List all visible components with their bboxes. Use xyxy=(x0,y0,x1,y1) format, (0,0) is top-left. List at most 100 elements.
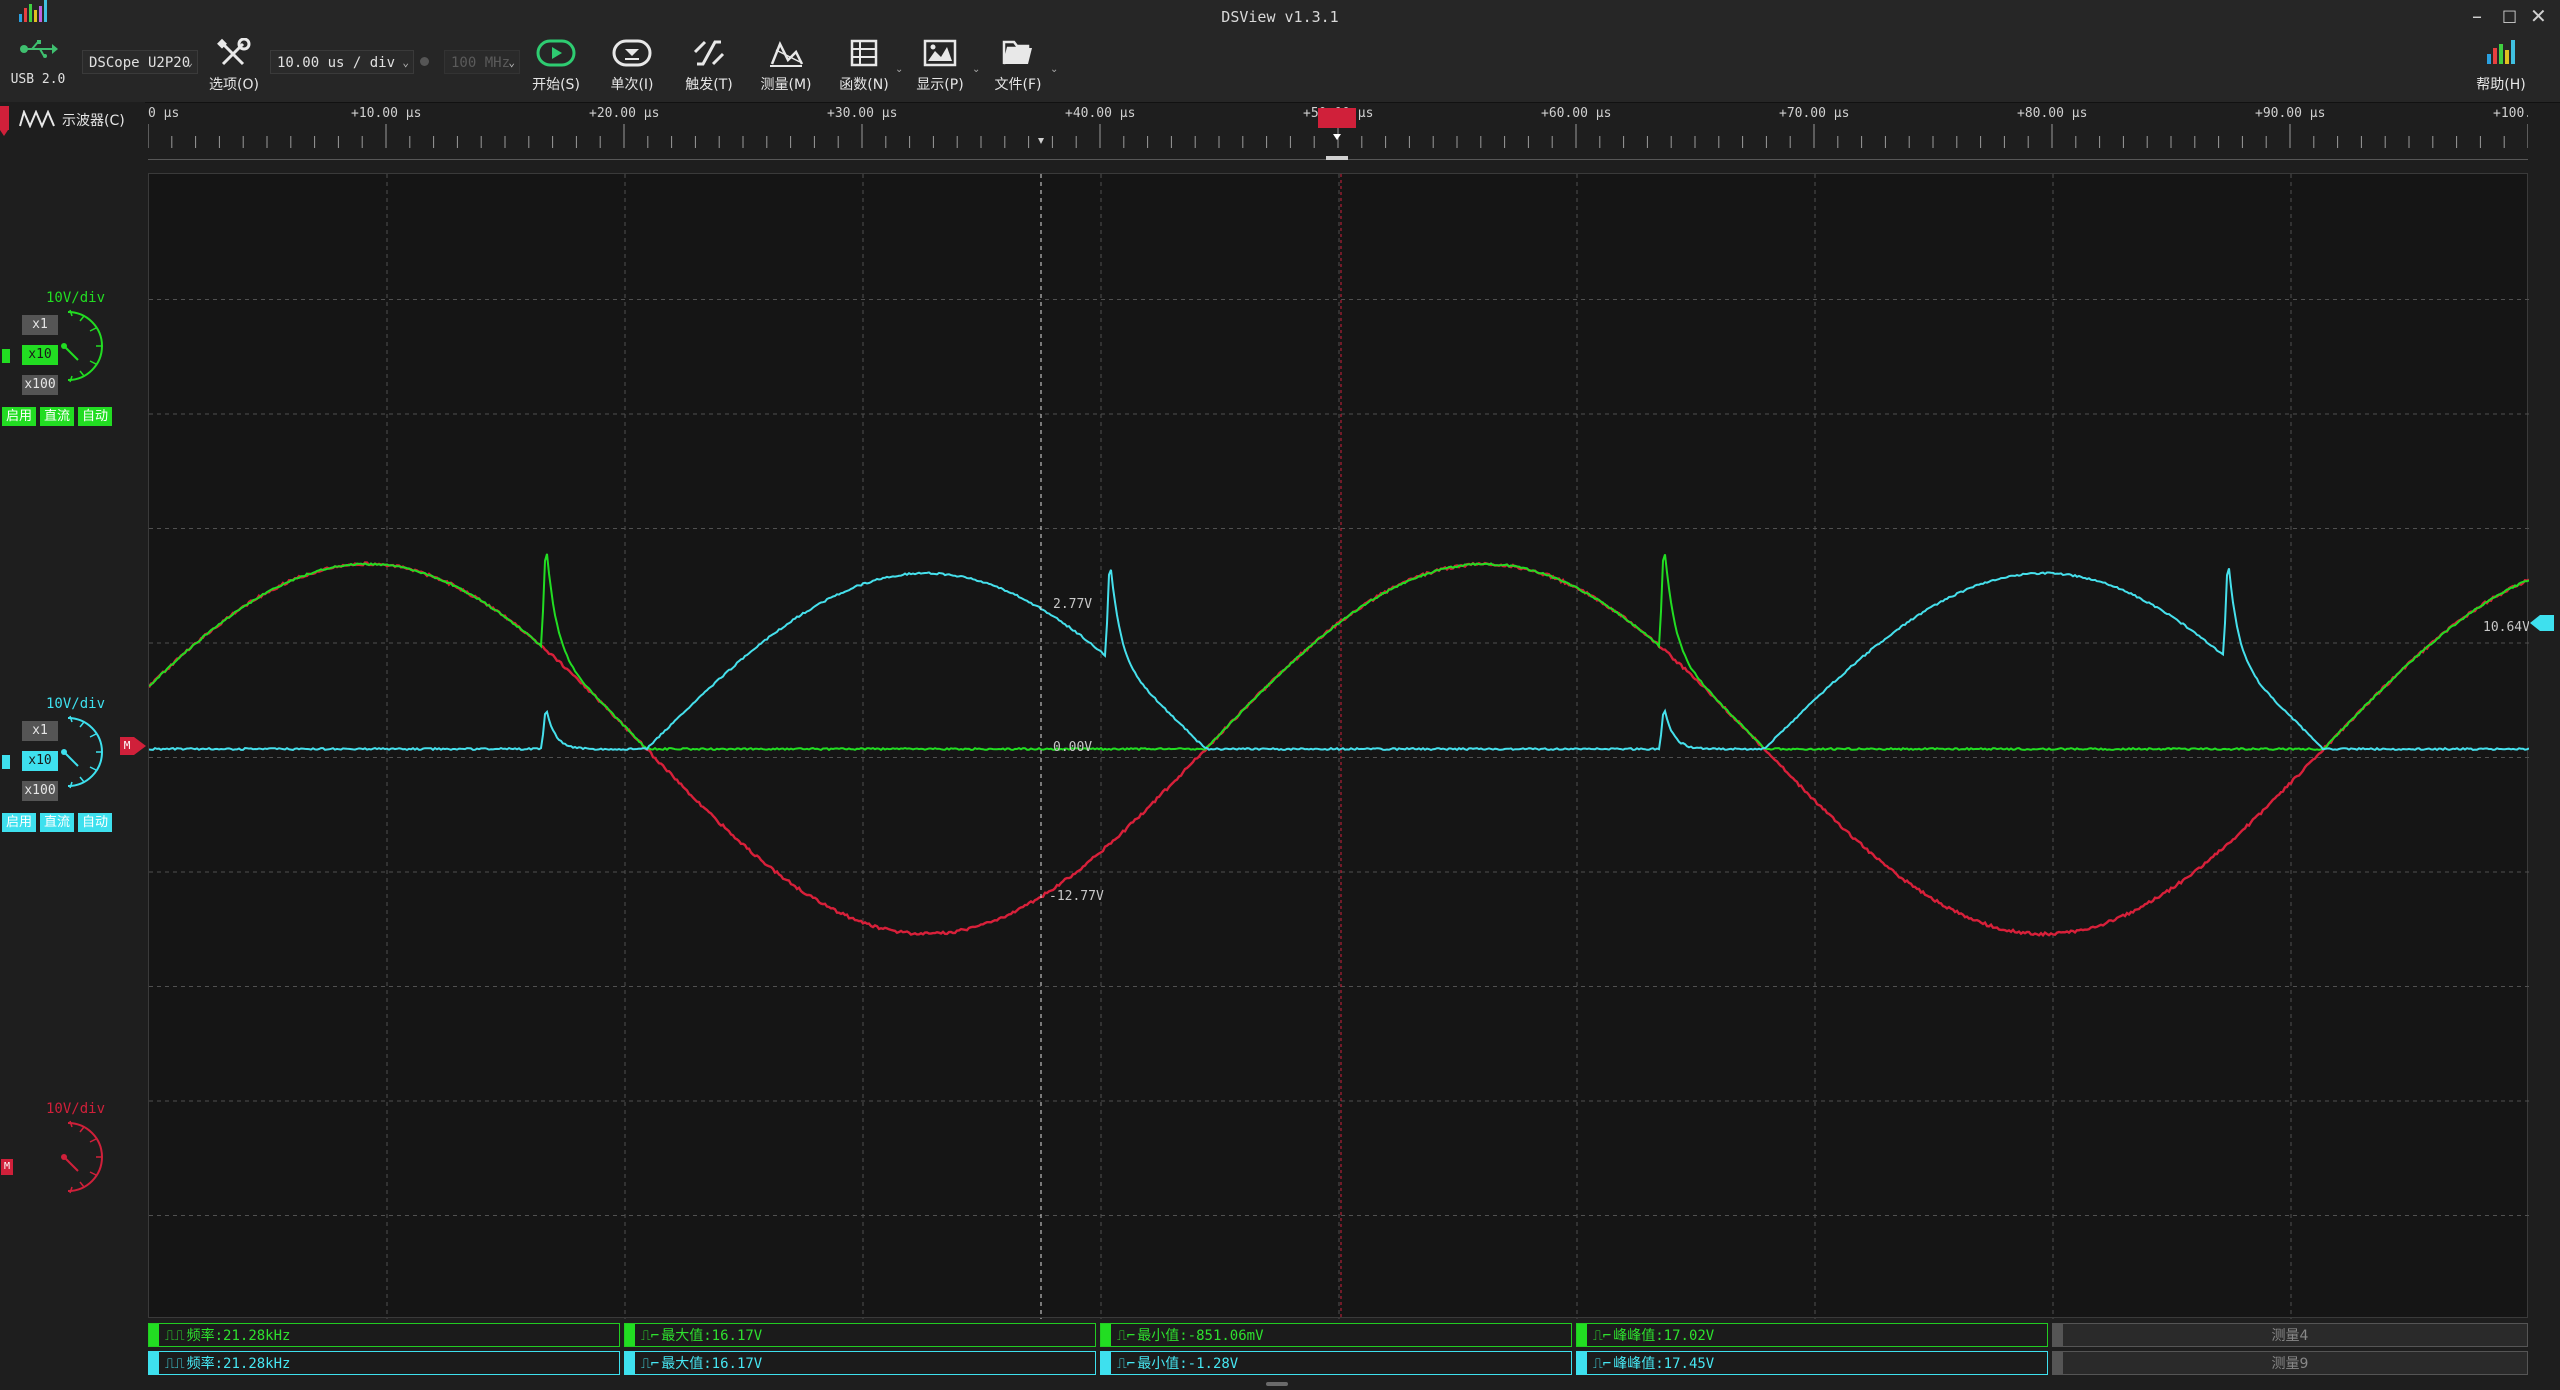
single-button[interactable]: 单次(I) xyxy=(597,38,667,94)
ch0-offset-marker[interactable] xyxy=(2,349,10,363)
window-title: DSView v1.3.1 xyxy=(0,8,2560,26)
help-button[interactable]: 帮助(H) xyxy=(2466,38,2536,94)
maximize-icon[interactable]: □ xyxy=(2502,6,2517,25)
cursor-label-ch1: 2.77V xyxy=(1053,597,1092,612)
bottom-scroll-handle[interactable] xyxy=(1266,1382,1288,1386)
device-select-value: DSCope U2P20 xyxy=(89,55,190,71)
ch0-coupling-button[interactable]: 直流 xyxy=(40,407,74,426)
meas-ch1-frequency[interactable]: ⎍⎍ 频率:21.28kHz xyxy=(148,1351,620,1375)
ch1-waveform xyxy=(149,568,2529,750)
toolbar: USB 2.0 DSCope U2P20 ⌄ 选项(O) 10.00 us / d… xyxy=(0,32,2560,103)
trigger-position-marker[interactable] xyxy=(1318,108,1356,128)
trigger-icon xyxy=(689,38,729,68)
ruler-label: +40.00 μs xyxy=(1065,106,1135,121)
minimize-icon[interactable]: – xyxy=(2472,4,2482,28)
meas-ch1-peak-to-peak[interactable]: ⎍⌐ 峰峰值:17.45V xyxy=(1576,1351,2048,1375)
chevron-down-icon: ⌄ xyxy=(402,51,409,75)
right-level-label: 10.64V xyxy=(2483,620,2529,635)
ch1-enable-button[interactable]: 启用 xyxy=(2,813,36,832)
function-label: 函数(N) xyxy=(829,74,899,94)
ch0-scale-x10[interactable]: x10 xyxy=(22,345,58,365)
math-vdiv-knob[interactable] xyxy=(52,1117,116,1197)
options-label: 选项(O) xyxy=(199,74,269,94)
title-bar: DSView v1.3.1 – □ ✕ xyxy=(0,0,2560,32)
ch1-vdiv-knob[interactable] xyxy=(52,712,116,792)
math-offset-marker[interactable]: M xyxy=(1,1159,13,1175)
ch1-scale-x100[interactable]: x100 xyxy=(22,781,58,801)
start-button[interactable]: 开始(S) xyxy=(521,38,591,94)
usb-label: USB 2.0 xyxy=(10,72,66,87)
meas-ch1-max[interactable]: ⎍⌐ 最大值:16.17V xyxy=(624,1351,1096,1375)
meas-ch1-pp-value: 峰峰值:17.45V xyxy=(1613,1356,1714,1372)
ch1-offset-marker[interactable] xyxy=(2,755,10,769)
function-button[interactable]: 函数(N) xyxy=(829,38,899,94)
measure-label: 测量(M) xyxy=(751,74,821,94)
meas-ch0-frequency[interactable]: ⎍⎍ 频率:21.28kHz xyxy=(148,1323,620,1347)
ch0-enable-button[interactable]: 启用 xyxy=(2,407,36,426)
meas-slot-9[interactable]: 测量9 xyxy=(2052,1351,2528,1375)
chevron-down-icon: ⌄ xyxy=(508,51,515,75)
ruler-label: +60.00 μs xyxy=(1541,106,1611,121)
options-button[interactable]: 选项(O) xyxy=(199,38,269,94)
meas-ch0-peak-to-peak[interactable]: ⎍⌐ 峰峰值:17.02V xyxy=(1576,1323,2048,1347)
peak-to-peak-icon: ⎍⌐ xyxy=(1593,1356,1611,1372)
close-icon[interactable]: ✕ xyxy=(2530,4,2547,28)
meas-ch1-frequency-value: 频率:21.28kHz xyxy=(187,1356,291,1372)
display-button[interactable]: 显示(P) xyxy=(905,38,975,94)
math-level-marker[interactable]: M xyxy=(120,737,134,755)
ch0-scale-x100[interactable]: x100 xyxy=(22,375,58,395)
ch0-auto-button[interactable]: 自动 xyxy=(78,407,112,426)
time-ruler[interactable]: 0 μs +10.00 μs +20.00 μs +30.00 μs +40.00 μs… xyxy=(148,102,2528,160)
ch0-vdiv-label: 10V/div xyxy=(46,290,105,306)
timebase-select-value: 10.00 us / div xyxy=(277,55,395,71)
min-icon: ⎍⌐ xyxy=(1117,1328,1135,1344)
file-button[interactable]: 文件(F) xyxy=(983,38,1053,94)
ruler-label: 0 μs xyxy=(148,106,179,121)
trigger-label: 触发(T) xyxy=(674,74,744,94)
usb-status[interactable]: USB 2.0 xyxy=(10,38,66,87)
oscilloscope-icon xyxy=(18,110,58,128)
device-select[interactable]: DSCope U2P20 ⌄ xyxy=(82,50,198,74)
math-vdiv-label: 10V/div xyxy=(46,1101,105,1117)
meas-ch0-max[interactable]: ⎍⌐ 最大值:16.17V xyxy=(624,1323,1096,1347)
ch1-coupling-button[interactable]: 直流 xyxy=(40,813,74,832)
help-label: 帮助(H) xyxy=(2466,74,2536,94)
single-label: 单次(I) xyxy=(597,74,667,94)
ruler-label: +70.00 μs xyxy=(1779,106,1849,121)
meas-ch0-min[interactable]: ⎍⌐ 最小值:-851.06mV xyxy=(1100,1323,1572,1347)
start-label: 开始(S) xyxy=(521,74,591,94)
ruler-label: +10.00 μs xyxy=(351,106,421,121)
file-label: 文件(F) xyxy=(983,74,1053,94)
measure-icon xyxy=(766,38,806,68)
mode-label[interactable]: 示波器(C) xyxy=(62,110,125,130)
ch0-scale-x1[interactable]: x1 xyxy=(22,315,58,335)
waveform-plot[interactable]: 2.77V 0.00V -12.77V 10.64V xyxy=(148,173,2528,1318)
meas-ch0-min-value: 最小值:-851.06mV xyxy=(1137,1328,1263,1344)
frequency-icon: ⎍⎍ xyxy=(165,1356,185,1372)
trigger-button[interactable]: 触发(T) xyxy=(674,38,744,94)
ch1-scale-x10[interactable]: x10 xyxy=(22,751,58,771)
meas-slot-4-label: 测量4 xyxy=(2272,1328,2309,1344)
single-shot-icon xyxy=(612,38,652,68)
ch1-auto-button[interactable]: 自动 xyxy=(78,813,112,832)
ch0-vdiv-knob[interactable] xyxy=(52,306,116,386)
lock-icon xyxy=(420,57,429,66)
folder-icon xyxy=(998,38,1038,68)
ch1-scale-x1[interactable]: x1 xyxy=(22,721,58,741)
display-menu-arrow-icon[interactable]: ⌄ xyxy=(972,64,980,75)
timebase-select[interactable]: 10.00 us / div ⌄ xyxy=(270,50,414,74)
ruler-left-marker xyxy=(0,130,8,138)
meas-ch1-min[interactable]: ⎍⌐ 最小值:-1.28V xyxy=(1100,1351,1572,1375)
mode-indicator xyxy=(0,106,9,130)
plot-grid xyxy=(149,174,2529,1319)
min-icon: ⎍⌐ xyxy=(1117,1356,1135,1372)
trigger-arrow-icon xyxy=(1333,134,1341,140)
ch1-right-level-marker[interactable] xyxy=(2540,615,2554,631)
meas-slot-4[interactable]: 测量4 xyxy=(2052,1323,2528,1347)
ruler-scroll-handle[interactable] xyxy=(1326,156,1348,160)
display-icon xyxy=(920,38,960,68)
measure-button[interactable]: 测量(M) xyxy=(751,38,821,94)
file-menu-arrow-icon[interactable]: ⌄ xyxy=(1050,64,1058,75)
frequency-icon: ⎍⎍ xyxy=(165,1328,185,1344)
function-menu-arrow-icon[interactable]: ⌄ xyxy=(895,64,903,75)
